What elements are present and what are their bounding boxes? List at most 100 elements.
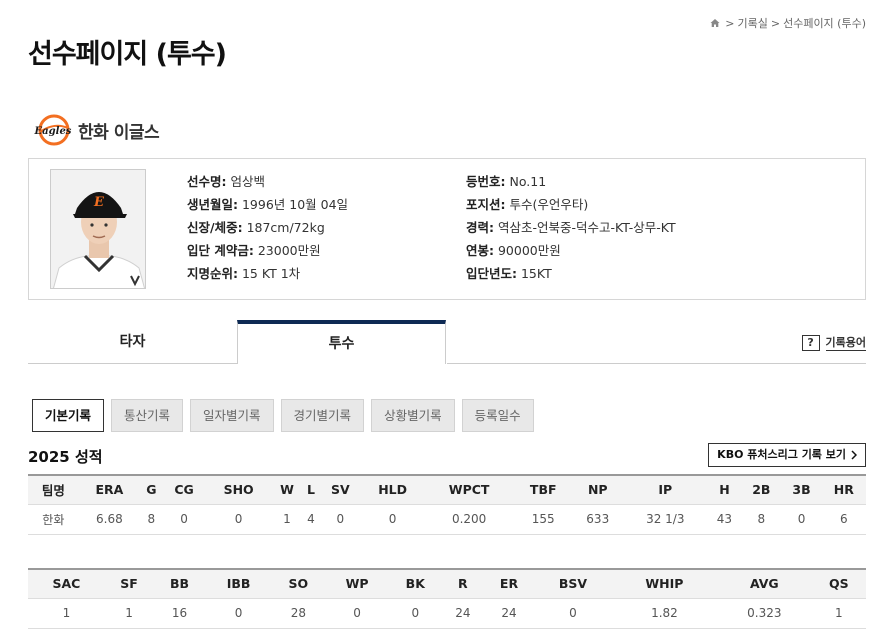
player-info-box: E 선수명: 엄상백 생년월일: 1996년 10월 04일 신장/체중: 18… (28, 158, 866, 300)
info-position: 포지션: 투수(우언우타) (466, 197, 589, 212)
col-header[interactable]: SV (319, 474, 361, 505)
table-cell: 6 (821, 504, 866, 535)
info-salary: 연봉: 90000만원 (466, 243, 561, 258)
stats-table-1: 팀명 ERA G CG SHO W L SV HLD WPCT TBF NP IP H 2B 3B HR 한화 6… (28, 474, 866, 535)
breadcrumb: > 기록실 > 선수페이지 (투수) (710, 15, 866, 31)
info-birthdate: 생년월일: 1996년 10월 04일 (187, 197, 349, 212)
table-cell: 1 (811, 598, 866, 629)
table-cell: 0 (205, 504, 272, 535)
col-header[interactable]: 3B (781, 474, 822, 505)
subtab-game[interactable]: 경기별기록 (280, 399, 365, 432)
table-cell: 1 (28, 598, 105, 629)
table-row: 한화 6.68 8 0 0 1 4 0 0 0.200 155 633 32 1/3 43 8 0 6 (28, 504, 866, 535)
svg-text:E: E (93, 195, 105, 210)
glossary-label: 기록용어 (825, 336, 866, 351)
col-header[interactable]: BB (153, 568, 206, 599)
col-header[interactable]: L (302, 474, 320, 505)
record-sub-tabs: 기본기록 통산기록 일자별기록 경기별기록 상황별기록 등록일수 (32, 399, 534, 432)
subtab-basic[interactable]: 기본기록 (32, 399, 105, 432)
col-header[interactable]: ERA (78, 474, 141, 505)
table-header-row: 팀명 ERA G CG SHO W L SV HLD WPCT TBF NP IP H 2B 3B HR (28, 474, 866, 505)
table-cell: 6.68 (78, 504, 141, 535)
breadcrumb-sep: > (770, 16, 781, 30)
season-title: 2025 성적 (28, 448, 103, 466)
col-header[interactable]: H (707, 474, 742, 505)
info-draft: 지명순위: 15 KT 1차 (187, 266, 301, 281)
col-header[interactable]: 팀명 (28, 474, 79, 505)
table-cell: 155 (513, 504, 573, 535)
table-cell: 43 (707, 504, 742, 535)
col-header[interactable]: AVG (716, 568, 812, 599)
info-career: 경력: 역삼초-언북중-덕수고-KT-상무-KT (466, 220, 676, 235)
futures-league-button[interactable]: KBO 퓨처스리그 기록 보기 (708, 443, 866, 467)
tab-batter[interactable]: 타자 (28, 320, 237, 364)
col-header[interactable]: WP (325, 568, 389, 599)
chevron-right-icon (851, 450, 857, 460)
col-header[interactable]: R (441, 568, 484, 599)
col-header[interactable]: ER (483, 568, 535, 599)
table-cell: 24 (483, 598, 535, 629)
col-header[interactable]: WPCT (424, 474, 514, 505)
table-header-row: SAC SF BB IBB SO WP BK R ER BSV WHIP AVG QS (28, 568, 866, 599)
table-cell: 16 (153, 598, 206, 629)
col-header[interactable]: IP (622, 474, 708, 505)
table-cell: 8 (741, 504, 782, 535)
table-cell: 8 (140, 504, 163, 535)
table-cell: 0 (360, 504, 425, 535)
col-header[interactable]: NP (572, 474, 623, 505)
col-header[interactable]: SAC (28, 568, 105, 599)
table-cell: 28 (271, 598, 326, 629)
table-cell: 1 (104, 598, 154, 629)
col-header[interactable]: SF (104, 568, 154, 599)
col-header[interactable]: WHIP (611, 568, 717, 599)
info-number: 등번호: No.11 (466, 174, 547, 189)
info-join-year: 입단년도: 15KT (466, 266, 552, 281)
breadcrumb-sep: > (725, 16, 735, 30)
info-name: 선수명: 엄상백 (187, 174, 265, 189)
table-cell: 0 (319, 504, 361, 535)
table-cell: 0.323 (716, 598, 812, 629)
page-title: 선수페이지 (투수) (28, 39, 227, 70)
col-header[interactable]: BSV (534, 568, 612, 599)
eagles-logo-icon: Eagles (34, 114, 72, 146)
table-cell: 0 (162, 504, 206, 535)
table-cell: 4 (302, 504, 320, 535)
table-cell: 24 (441, 598, 484, 629)
col-header[interactable]: HR (821, 474, 866, 505)
col-header[interactable]: BK (388, 568, 442, 599)
col-header[interactable]: SO (271, 568, 326, 599)
subtab-situation[interactable]: 상황별기록 (371, 399, 455, 432)
col-header[interactable]: HLD (360, 474, 425, 505)
tab-pitcher[interactable]: 투수 (237, 320, 446, 364)
col-header[interactable]: TBF (513, 474, 573, 505)
col-header[interactable]: SHO (205, 474, 272, 505)
team-name: 한화 이글스 (78, 122, 160, 143)
player-info-left: 선수명: 엄상백 생년월일: 1996년 10월 04일 신장/체중: 187c… (187, 170, 348, 285)
table-cell: 1.82 (611, 598, 717, 629)
player-info-right: 등번호: No.11 포지션: 투수(우언우타) 경력: 역삼초-언북중-덕수고… (466, 170, 676, 285)
table-cell: 1 (271, 504, 303, 535)
col-header[interactable]: W (271, 474, 303, 505)
table-cell: 0 (325, 598, 389, 629)
table-row: 1 1 16 0 28 0 0 24 24 0 1.82 0.323 1 (28, 598, 866, 629)
col-header[interactable]: G (140, 474, 163, 505)
table-cell: 0.200 (424, 504, 514, 535)
svg-text:Eagles: Eagles (34, 126, 72, 137)
col-header[interactable]: 2B (741, 474, 782, 505)
subtab-registration[interactable]: 등록일수 (461, 399, 534, 432)
breadcrumb-records[interactable]: 기록실 (737, 15, 767, 31)
subtab-career[interactable]: 통산기록 (111, 399, 184, 432)
table-cell: 633 (572, 504, 623, 535)
home-icon[interactable] (710, 18, 720, 28)
col-header[interactable]: IBB (205, 568, 272, 599)
player-photo: E (50, 169, 146, 289)
glossary-link[interactable]: ? 기록용어 (801, 334, 866, 351)
subtab-daily[interactable]: 일자별기록 (190, 399, 274, 432)
table-cell: 0 (388, 598, 442, 629)
table-cell: 0 (534, 598, 612, 629)
team-header: Eagles 한화 이글스 (34, 114, 160, 146)
col-header[interactable]: QS (811, 568, 866, 599)
info-signing-bonus: 입단 계약금: 23000만원 (187, 243, 321, 258)
col-header[interactable]: CG (162, 474, 206, 505)
info-height-weight: 신장/체중: 187cm/72kg (187, 220, 325, 235)
